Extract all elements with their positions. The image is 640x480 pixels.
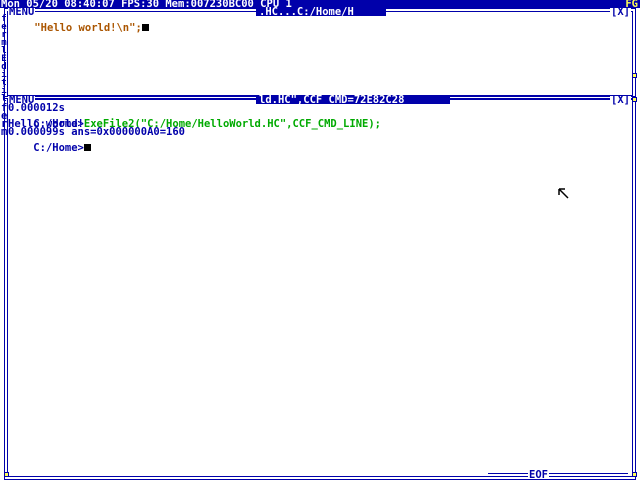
terminal-resize-handle-bottom[interactable] xyxy=(4,472,9,477)
terminal-resize-handle-bottom-right[interactable] xyxy=(632,472,637,477)
terminal-line-time: 0.000012s xyxy=(8,102,65,114)
terminal-title: ld.HC",CCF_CMD=72E82C28 xyxy=(259,94,405,106)
desktop-screen: Mon 05/20 08:40:07 FPS:30 Mem:007230BC00… xyxy=(0,0,640,480)
editor-code-string: "Hello world!\n"; xyxy=(34,22,142,34)
terminal-resize-handle-top[interactable] xyxy=(632,97,637,102)
mouse-pointer-icon xyxy=(558,188,569,199)
editor-menu-button[interactable]: MENU xyxy=(8,7,36,17)
eof-indicator: EOF xyxy=(488,469,628,480)
terminal-prefix: m xyxy=(1,126,8,138)
editor-close-button[interactable]: [X] xyxy=(610,7,631,17)
terminal-prompt: C:/Home> xyxy=(33,142,84,154)
editor-line-1[interactable]: "Hello world!\n"; xyxy=(9,16,149,40)
terminal-input-line[interactable]: C:/Home> xyxy=(8,136,91,160)
status-bar-text: Mon 05/20 08:40:07 FPS:30 Mem:007230BC00… xyxy=(1,0,292,8)
editor-title-bar[interactable]: .HC...C:/Home/H xyxy=(256,6,386,18)
editor-title: .HC...C:/Home/H xyxy=(259,6,354,18)
terminal-window-frame[interactable] xyxy=(4,96,636,480)
terminal-text-cursor xyxy=(83,144,91,151)
terminal-line-result: 0.000099s ans=0x000000A0=160 xyxy=(8,126,186,138)
eof-line xyxy=(488,473,628,477)
eof-label: EOF xyxy=(528,469,549,480)
left-side-letters: f e r m l E d i t i l xyxy=(0,15,8,104)
terminal-title-bar[interactable]: ld.HC",CCF_CMD=72E82C28 xyxy=(256,94,450,106)
editor-text-cursor xyxy=(141,24,149,31)
editor-resize-handle[interactable] xyxy=(632,73,637,78)
terminal-close-button[interactable]: [X] xyxy=(610,95,631,105)
